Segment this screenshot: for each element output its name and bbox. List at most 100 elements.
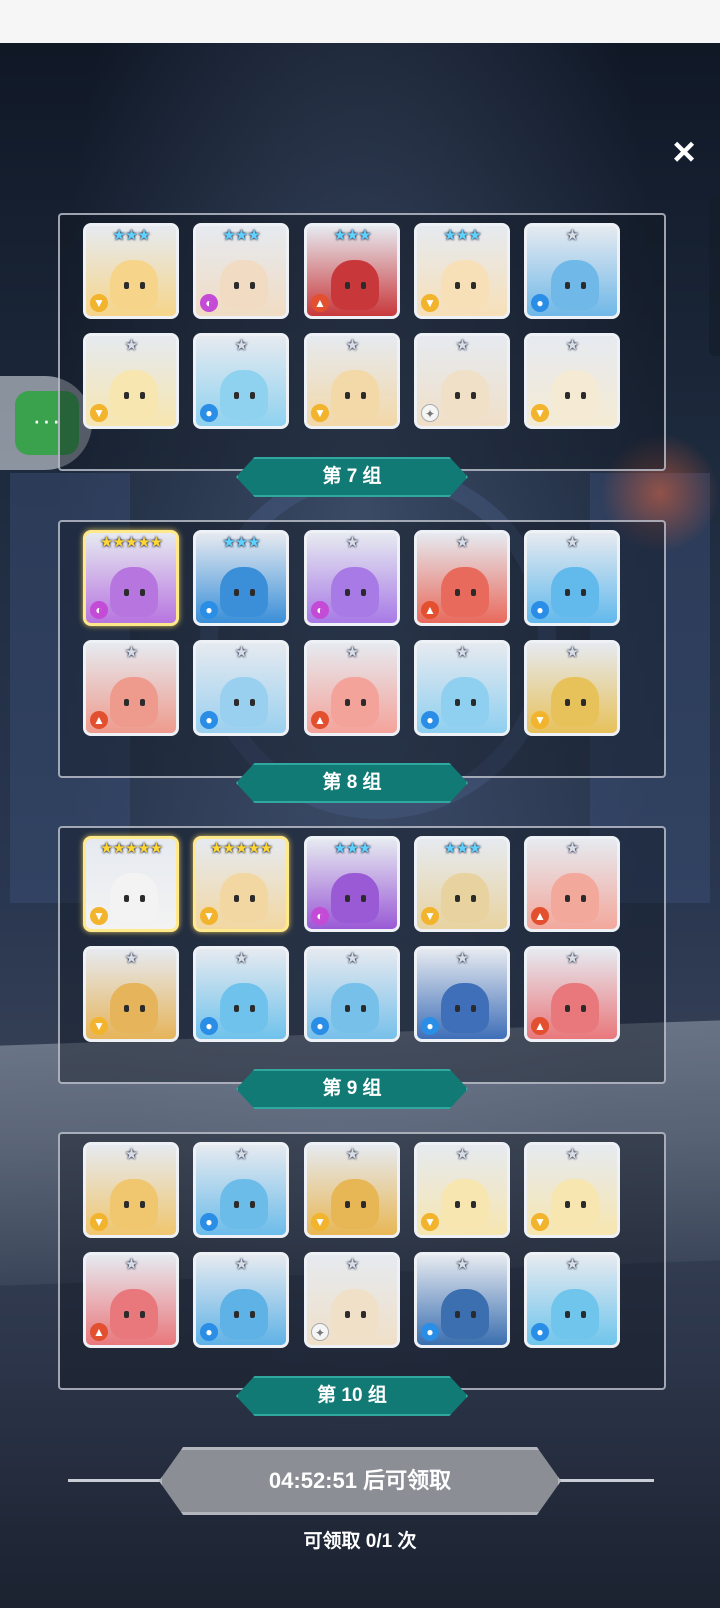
hero-face	[220, 260, 268, 310]
hero-card[interactable]: ★★★★★ ▼	[83, 836, 179, 932]
star-rating: ★	[234, 644, 248, 661]
fire-element-icon: ▲	[311, 294, 329, 312]
hero-face	[441, 1179, 489, 1229]
hero-face	[220, 873, 268, 923]
hero-card[interactable]: ★★★ ◐	[304, 836, 400, 932]
hero-card[interactable]: ★ ●	[193, 946, 289, 1042]
earth-element-icon: ▼	[90, 294, 108, 312]
hero-card[interactable]: ★ ●	[524, 530, 620, 626]
star-rating: ★★★★★	[99, 534, 163, 551]
hero-eye	[140, 589, 145, 596]
hero-eye	[345, 1005, 350, 1012]
hero-card[interactable]: ★★★ ◐	[193, 223, 289, 319]
star-rating: ★★★★★	[209, 840, 273, 857]
hero-face	[551, 1289, 599, 1339]
hero-card[interactable]: ★ ▼	[524, 333, 620, 429]
water-element-icon: ●	[531, 1323, 549, 1341]
hero-card[interactable]: ★ ●	[414, 640, 510, 736]
hero-card[interactable]: ★ ▲	[83, 1252, 179, 1348]
hero-card[interactable]: ★ ▲	[83, 640, 179, 736]
claim-button[interactable]: 04:52:51 后可领取	[159, 1447, 561, 1515]
hero-card[interactable]: ★ ▼	[304, 1142, 400, 1238]
hero-face	[110, 370, 158, 420]
hero-card[interactable]: ★★★ ▼	[83, 223, 179, 319]
hero-eye	[471, 1201, 476, 1208]
group-panel-7: ★★★ ▼ ★★★ ◐ ★★★ ▲ ★★★ ▼ ★ ● ★ ▼ ★ ● ★ ▼ ★ ✦ ★ ▼	[58, 213, 666, 471]
hero-eye	[124, 1201, 129, 1208]
hero-card[interactable]: ★ ●	[304, 946, 400, 1042]
hero-eye	[361, 1201, 366, 1208]
group-label-9: 第 9 组	[236, 1069, 468, 1109]
hero-card[interactable]: ★★★★★ ◐	[83, 530, 179, 626]
dark-element-icon: ◐	[200, 294, 218, 312]
hero-card[interactable]: ★ ▼	[83, 333, 179, 429]
hero-card[interactable]: ★ ▲	[414, 530, 510, 626]
hero-card[interactable]: ★★★ ▼	[414, 836, 510, 932]
hero-face	[441, 677, 489, 727]
star-rating: ★	[345, 950, 359, 967]
star-rating: ★	[345, 1146, 359, 1163]
hero-face	[220, 370, 268, 420]
fire-element-icon: ▲	[531, 1017, 549, 1035]
star-rating: ★	[565, 534, 579, 551]
group-panel-9: ★★★★★ ▼ ★★★★★ ▼ ★★★ ◐ ★★★ ▼ ★ ▲ ★ ▼ ★ ● ★ ● ★ ● ★ ▲	[58, 826, 666, 1084]
hero-card[interactable]: ★ ▼	[304, 333, 400, 429]
hero-card[interactable]: ★ ▼	[414, 1142, 510, 1238]
star-rating: ★	[234, 1146, 248, 1163]
hero-card[interactable]: ★ ▲	[524, 946, 620, 1042]
hero-card[interactable]: ★ ●	[414, 1252, 510, 1348]
hero-eye	[345, 1201, 350, 1208]
hero-card[interactable]: ★ ◐	[304, 530, 400, 626]
hero-eye	[471, 699, 476, 706]
hero-card[interactable]: ★ ●	[414, 946, 510, 1042]
hero-eye	[234, 392, 239, 399]
hero-card[interactable]: ★ ●	[193, 640, 289, 736]
hero-eye	[345, 392, 350, 399]
hero-eye	[455, 589, 460, 596]
hero-card[interactable]: ★ ●	[193, 1142, 289, 1238]
fire-element-icon: ▲	[531, 907, 549, 925]
hero-eye	[124, 699, 129, 706]
hero-card[interactable]: ★ ▼	[524, 1142, 620, 1238]
hero-card[interactable]: ★★★ ▲	[304, 223, 400, 319]
hero-card[interactable]: ★ ●	[193, 333, 289, 429]
hero-eye	[140, 1201, 145, 1208]
star-rating: ★	[124, 337, 138, 354]
hero-card[interactable]: ★★★ ●	[193, 530, 289, 626]
hero-card[interactable]: ★ ✦	[304, 1252, 400, 1348]
light-element-icon: ✦	[421, 404, 439, 422]
hero-card[interactable]: ★★★ ▼	[414, 223, 510, 319]
hero-eye	[581, 589, 586, 596]
star-rating: ★	[124, 644, 138, 661]
group-label-7: 第 7 组	[236, 457, 468, 497]
hero-card[interactable]: ★ ●	[524, 223, 620, 319]
star-rating: ★	[455, 534, 469, 551]
water-element-icon: ●	[421, 1323, 439, 1341]
group-label-8: 第 8 组	[236, 763, 468, 803]
hero-eye	[250, 895, 255, 902]
hero-eye	[234, 1311, 239, 1318]
hero-card[interactable]: ★★★★★ ▼	[193, 836, 289, 932]
hero-eye	[124, 1311, 129, 1318]
hero-card[interactable]: ★ ✦	[414, 333, 510, 429]
hero-card[interactable]: ★ ●	[524, 1252, 620, 1348]
hero-card[interactable]: ★ ●	[193, 1252, 289, 1348]
earth-element-icon: ▼	[90, 404, 108, 422]
earth-element-icon: ▼	[90, 1213, 108, 1231]
earth-element-icon: ▼	[531, 404, 549, 422]
hero-eye	[250, 1311, 255, 1318]
close-icon[interactable]: ×	[662, 130, 706, 174]
hero-card[interactable]: ★ ▲	[524, 836, 620, 932]
hero-card[interactable]: ★ ▲	[304, 640, 400, 736]
hero-card[interactable]: ★ ▼	[83, 946, 179, 1042]
hero-eye	[234, 1201, 239, 1208]
hero-eye	[581, 895, 586, 902]
side-drawer-handle[interactable]	[709, 196, 720, 356]
hero-card[interactable]: ★ ▼	[524, 640, 620, 736]
hero-eye	[455, 392, 460, 399]
star-rating: ★	[455, 1146, 469, 1163]
fire-element-icon: ▲	[90, 1323, 108, 1341]
hero-card[interactable]: ★ ▼	[83, 1142, 179, 1238]
water-element-icon: ●	[200, 1017, 218, 1035]
group-label-10: 第 10 组	[236, 1376, 468, 1416]
